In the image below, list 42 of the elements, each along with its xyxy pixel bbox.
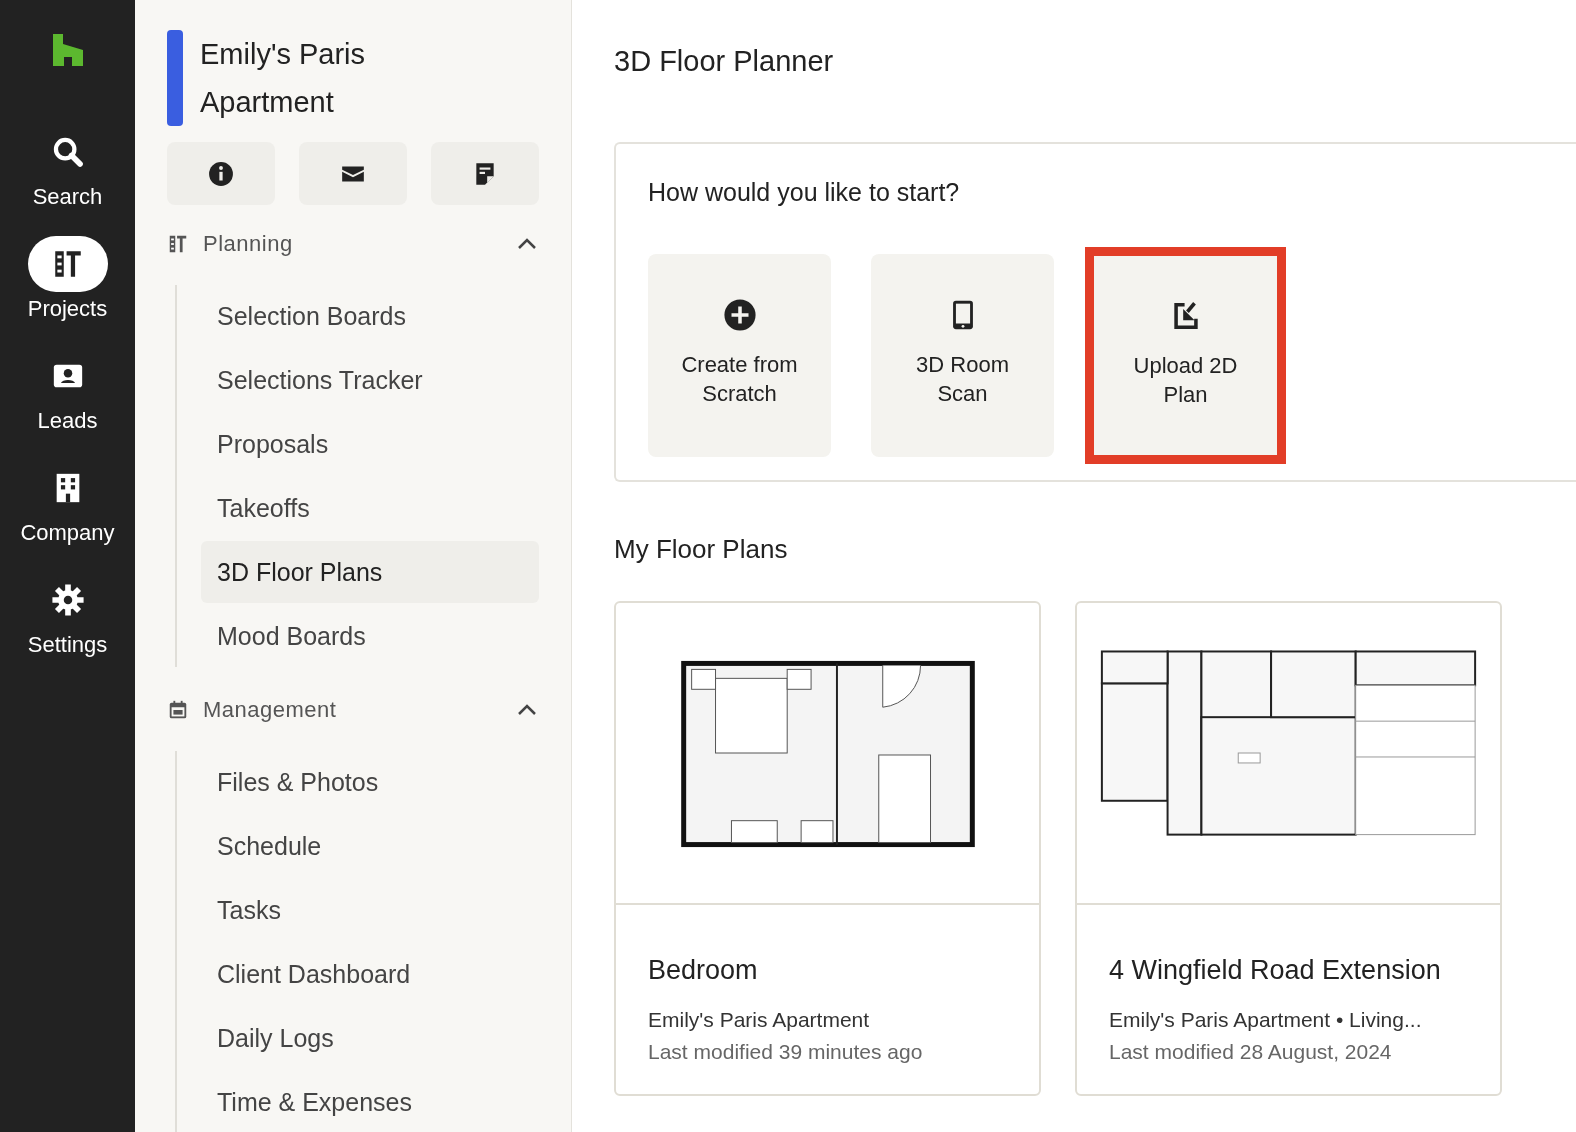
page-title: 3D Floor Planner <box>614 45 835 78</box>
start-heading: How would you like to start? <box>648 178 961 207</box>
section-title: My Floor Plans <box>614 534 789 565</box>
action-button[interactable] <box>299 142 407 205</box>
sidebar-item[interactable]: Selections Tracker <box>201 349 539 411</box>
plus-circle-icon <box>722 298 757 332</box>
nav-item[interactable]: Settings <box>27 572 108 658</box>
sidebar-item[interactable]: Files & Photos <box>201 751 539 813</box>
floor-plan-card[interactable]: Bedroom Emily's Paris Apartment Last modified 39 minutes ago <box>614 601 1041 1096</box>
plan-name: 4 Wingfield Road Extension <box>1109 955 1442 986</box>
plan-modified-date: Last modified 39 minutes ago <box>648 1039 924 1065</box>
sidebar-item[interactable]: Takeoffs <box>201 477 539 539</box>
floor-plan-card[interactable]: 4 Wingfield Road Extension Emily's Paris Apartment • Living... Last modified 28 August, 2024 <box>1075 601 1502 1096</box>
plan-project: Emily's Paris Apartment <box>648 1007 871 1033</box>
sidebar-item[interactable]: Client Dashboard <box>201 943 539 1005</box>
sidebar-item[interactable]: Proposals <box>201 413 539 475</box>
start-option[interactable]: Upload 2D Plan <box>1085 247 1286 464</box>
house-logo[interactable] <box>52 34 83 66</box>
calendar-icon <box>167 699 189 721</box>
nav-item[interactable]: Search <box>27 124 108 210</box>
nav-item[interactable]: Leads <box>27 348 108 434</box>
plan-project: Emily's Paris Apartment • Living... <box>1109 1007 1423 1033</box>
sidebar-item[interactable]: Mood Boards <box>201 605 539 667</box>
sidebar-item[interactable]: Selection Boards <box>201 285 539 347</box>
action-button[interactable] <box>167 142 275 205</box>
settings-icon <box>50 583 85 617</box>
tools-icon <box>167 233 189 255</box>
sidebar-item[interactable]: Time & Expenses <box>201 1071 539 1132</box>
plan-name: Bedroom <box>648 955 759 986</box>
section-header[interactable]: Management <box>167 697 539 723</box>
sidebar-item[interactable]: Schedule <box>201 815 539 877</box>
action-button[interactable] <box>431 142 539 205</box>
nav-item[interactable]: Company <box>20 460 115 546</box>
start-option[interactable]: Create from Scratch <box>648 254 831 457</box>
sidebar-item[interactable]: 3D Floor Plans <box>201 541 539 603</box>
start-option[interactable]: 3D Room Scan <box>871 254 1054 457</box>
sidebar-item[interactable]: Daily Logs <box>201 1007 539 1069</box>
project-title: Emily's Paris Apartment <box>200 37 367 120</box>
info-icon <box>208 160 234 187</box>
plan-modified-date: Last modified 28 August, 2024 <box>1109 1039 1393 1065</box>
sidebar-item[interactable]: Tasks <box>201 879 539 941</box>
section-header[interactable]: Planning <box>167 231 539 257</box>
